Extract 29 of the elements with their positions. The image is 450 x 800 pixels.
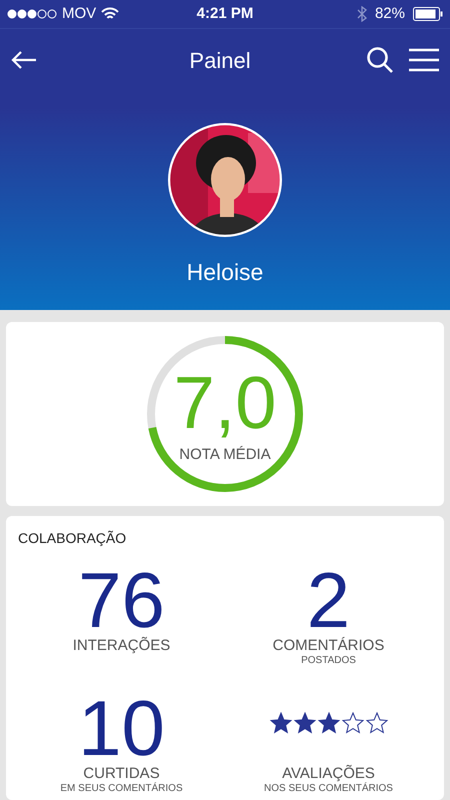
page-title: Painel: [188, 46, 252, 74]
stat-value: 76: [78, 565, 165, 635]
stat-value: 2: [306, 565, 350, 635]
carrier-name: MOV: [62, 4, 96, 24]
score-label: NOTA MÉDIA: [179, 444, 271, 465]
stat-sublabel: EM SEUS COMENTÁRIOS: [60, 783, 183, 795]
stat-label: COMENTÁRIOS: [272, 637, 384, 655]
profile-name: Heloise: [186, 258, 264, 287]
search-icon: [366, 46, 394, 74]
signal-icon: [7, 9, 57, 19]
wifi-icon: [101, 7, 120, 21]
score-value: 7,0: [174, 366, 276, 440]
stat-value: 10: [78, 693, 165, 763]
filled-star-icon: [292, 711, 316, 735]
battery-icon: [413, 7, 443, 21]
menu-icon: [409, 48, 439, 72]
filled-star-icon: [316, 711, 340, 735]
back-arrow-icon: [11, 50, 37, 70]
stat-label: INTERAÇÕES: [72, 637, 170, 655]
section-title: COLABORAÇÃO: [18, 530, 128, 547]
status-time: 4:21 PM: [196, 4, 254, 24]
bluetooth-icon: [356, 6, 367, 22]
empty-star-icon: [364, 711, 388, 735]
stat-sublabel: POSTADOS: [301, 655, 356, 667]
stat-sublabel: NOS SEUS COMENTÁRIOS: [264, 783, 393, 795]
stat-label: CURTIDAS: [83, 765, 160, 782]
filled-star-icon: [268, 711, 292, 735]
stat-label: AVALIAÇÕES: [282, 765, 375, 782]
battery-percent: 82%: [374, 4, 405, 24]
